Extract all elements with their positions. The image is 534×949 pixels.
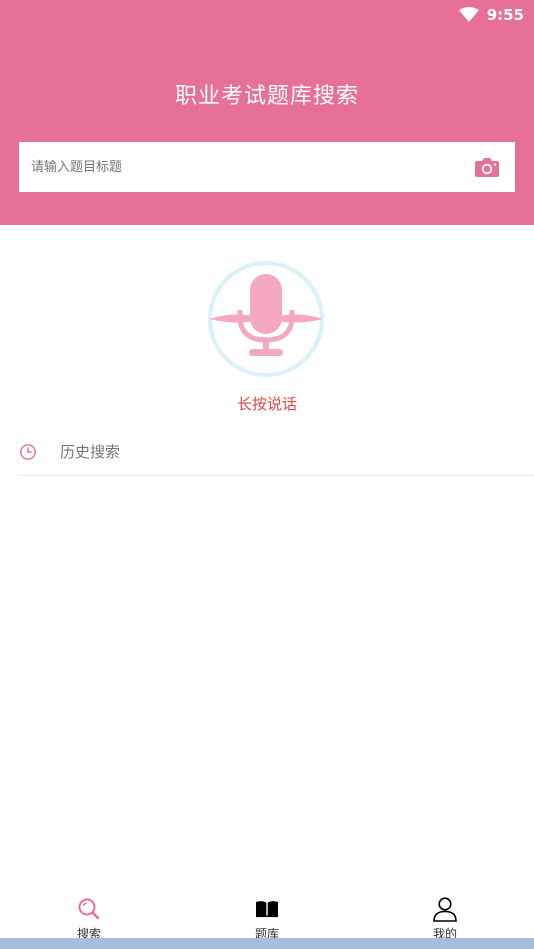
page-title: 职业考试题库搜索 [174, 84, 359, 109]
camera-icon [475, 158, 499, 177]
search-icon [78, 898, 100, 920]
system-nav-strip [0, 938, 534, 949]
status-bar: 9:55 [458, 4, 524, 26]
voice-record-button[interactable] [207, 260, 325, 378]
book-icon [256, 901, 278, 918]
voice-label: 长按说话 [236, 395, 297, 413]
history-label: 历史搜索 [60, 443, 121, 461]
app-screen: 9:55 职业考试题库搜索 长按说话 [0, 0, 534, 949]
history-search[interactable]: 历史搜索 [19, 428, 534, 476]
header: 9:55 职业考试题库搜索 [0, 0, 534, 225]
clock-icon [20, 443, 36, 460]
user-icon [433, 897, 457, 922]
camera-button[interactable] [461, 142, 513, 192]
microphone-icon [208, 261, 324, 377]
search-input[interactable] [19, 142, 461, 192]
wifi-icon [458, 7, 479, 22]
search-box [19, 142, 515, 192]
status-time: 9:55 [486, 6, 524, 24]
